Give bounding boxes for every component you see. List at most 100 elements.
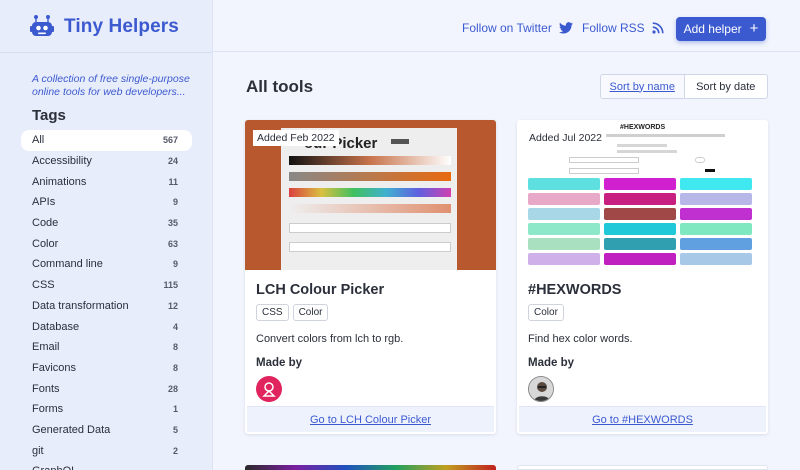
hex-swatch-grid	[528, 178, 756, 270]
brand-logo-link[interactable]: Tiny Helpers	[30, 14, 179, 40]
hex-swatch	[680, 253, 752, 265]
tag-count: 9	[172, 197, 178, 208]
tag-label: Code	[32, 217, 59, 230]
tag-label: Database	[32, 320, 80, 333]
hex-swatch	[604, 193, 676, 205]
sidebar-tag-git[interactable]: git 2	[21, 440, 192, 461]
tool-title: LCH Colour Picker	[256, 282, 385, 298]
tag-count: 1	[172, 404, 178, 415]
tool-card-lch-colour-picker: our Picker Added Feb 2022 LCH Colour Pic…	[245, 120, 496, 434]
thumbnail-title: #HEXWORDS	[620, 124, 666, 131]
tag-label: Favicons	[32, 361, 77, 374]
next-card-peek	[245, 465, 496, 470]
tag-count: 8	[172, 342, 178, 353]
sort-by-name-button[interactable]: Sort by name	[601, 75, 685, 98]
hex-swatch	[680, 193, 752, 205]
sidebar-tag-graphql[interactable]: GraphQL	[21, 461, 192, 470]
tags-heading: Tags	[32, 107, 66, 124]
author-photo-icon	[529, 377, 553, 401]
sidebar-tag-data-transformation[interactable]: Data transformation 12	[21, 296, 192, 317]
tool-screenshot[interactable]: #HEXWORDS Added Jul 2022	[517, 120, 768, 270]
sort-by-date-button[interactable]: Sort by date	[685, 75, 768, 98]
sidebar-tag-command-line[interactable]: Command line 9	[21, 254, 192, 275]
tool-description: Find hex color words.	[528, 333, 633, 345]
sidebar-tag-code[interactable]: Code 35	[21, 213, 192, 234]
hex-swatch	[528, 238, 600, 250]
tag-count: 567	[162, 135, 178, 146]
hex-swatch	[604, 238, 676, 250]
tag-count: 5	[172, 424, 178, 435]
tag-label: Color	[32, 237, 59, 250]
tool-tags: Color	[528, 304, 757, 321]
added-date-badge: Added Feb 2022	[253, 130, 339, 146]
tool-screenshot[interactable]: our Picker Added Feb 2022	[245, 120, 496, 270]
tag-label: Email	[32, 341, 60, 354]
tag-label: APIs	[32, 196, 56, 209]
sidebar-tag-apis[interactable]: APIs 9	[21, 192, 192, 213]
hex-swatch	[680, 178, 752, 190]
top-bar: Follow on Twitter Follow RSS Add helper …	[213, 0, 800, 52]
sidebar-tag-forms[interactable]: Forms 1	[21, 399, 192, 420]
sidebar-tag-animations[interactable]: Animations 11	[21, 171, 192, 192]
sidebar-tag-fonts[interactable]: Fonts 28	[21, 378, 192, 399]
add-helper-button[interactable]: Add helper +	[676, 17, 766, 41]
follow-twitter-label: Follow on Twitter	[462, 21, 552, 35]
rss-icon	[652, 22, 664, 34]
tag-list: All 567 Accessibility 24 Animations 11 APIs 9 Co…	[21, 130, 192, 470]
sidebar-tag-css[interactable]: CSS 115	[21, 275, 192, 296]
tag-count: 24	[167, 156, 178, 167]
tool-title: #HEXWORDS	[528, 282, 622, 298]
robot-logo-icon	[30, 15, 54, 36]
tag-label: CSS	[32, 279, 55, 292]
sidebar-tag-color[interactable]: Color 63	[21, 233, 192, 254]
hex-swatch	[680, 223, 752, 235]
sidebar-tag-all[interactable]: All 567	[21, 130, 192, 151]
go-to-tool-link[interactable]: Go to LCH Colour Picker	[247, 406, 494, 432]
tag-count: 63	[167, 238, 178, 249]
tool-description: Convert colors from lch to rgb.	[256, 333, 404, 345]
sidebar-tag-accessibility[interactable]: Accessibility 24	[21, 151, 192, 172]
tag-label: Generated Data	[32, 423, 111, 436]
follow-twitter-link[interactable]: Follow on Twitter	[462, 21, 573, 35]
tag-label: All	[32, 134, 45, 147]
tag-count: 4	[172, 321, 178, 332]
made-by-label: Made by	[528, 357, 575, 369]
next-card-peek	[517, 465, 768, 470]
author-avatar[interactable]	[528, 376, 554, 402]
sidebar: Tiny Helpers A collection of free single…	[0, 0, 213, 470]
go-to-tool-link[interactable]: Go to #HEXWORDS	[519, 406, 766, 432]
tag-count: 35	[167, 218, 178, 229]
tag-label: Command line	[32, 258, 103, 271]
sort-toggle: Sort by name Sort by date	[600, 74, 768, 99]
hex-swatch	[680, 208, 752, 220]
hex-swatch	[680, 238, 752, 250]
tag-chip-color[interactable]: Color	[528, 304, 564, 321]
sidebar-tag-email[interactable]: Email 8	[21, 337, 192, 358]
brand-divider	[0, 52, 212, 53]
follow-rss-link[interactable]: Follow RSS	[582, 21, 664, 35]
add-helper-label: Add helper	[683, 22, 742, 36]
tag-count: 2	[172, 445, 178, 456]
tag-count: 28	[167, 383, 178, 394]
tag-chip-css[interactable]: CSS	[256, 304, 289, 321]
tool-tags: CSS Color	[256, 304, 485, 321]
sidebar-tag-generated-data[interactable]: Generated Data 5	[21, 420, 192, 441]
tag-chip-color[interactable]: Color	[292, 304, 329, 321]
tag-count: 11	[168, 176, 178, 187]
hex-swatch	[604, 253, 676, 265]
tag-label: Accessibility	[32, 155, 92, 168]
sidebar-tag-database[interactable]: Database 4	[21, 316, 192, 337]
tag-label: Fonts	[32, 382, 60, 395]
added-date-badge: Added Jul 2022	[525, 130, 606, 146]
sidebar-tag-favicons[interactable]: Favicons 8	[21, 358, 192, 379]
author-logo-icon	[262, 382, 276, 397]
hex-swatch	[528, 208, 600, 220]
hex-swatch	[528, 223, 600, 235]
hex-swatch	[604, 208, 676, 220]
hex-swatch	[528, 253, 600, 265]
tag-count: 8	[172, 362, 178, 373]
author-avatar[interactable]	[256, 376, 282, 402]
tag-label: git	[32, 444, 44, 457]
hex-swatch	[604, 178, 676, 190]
hex-swatch	[528, 178, 600, 190]
